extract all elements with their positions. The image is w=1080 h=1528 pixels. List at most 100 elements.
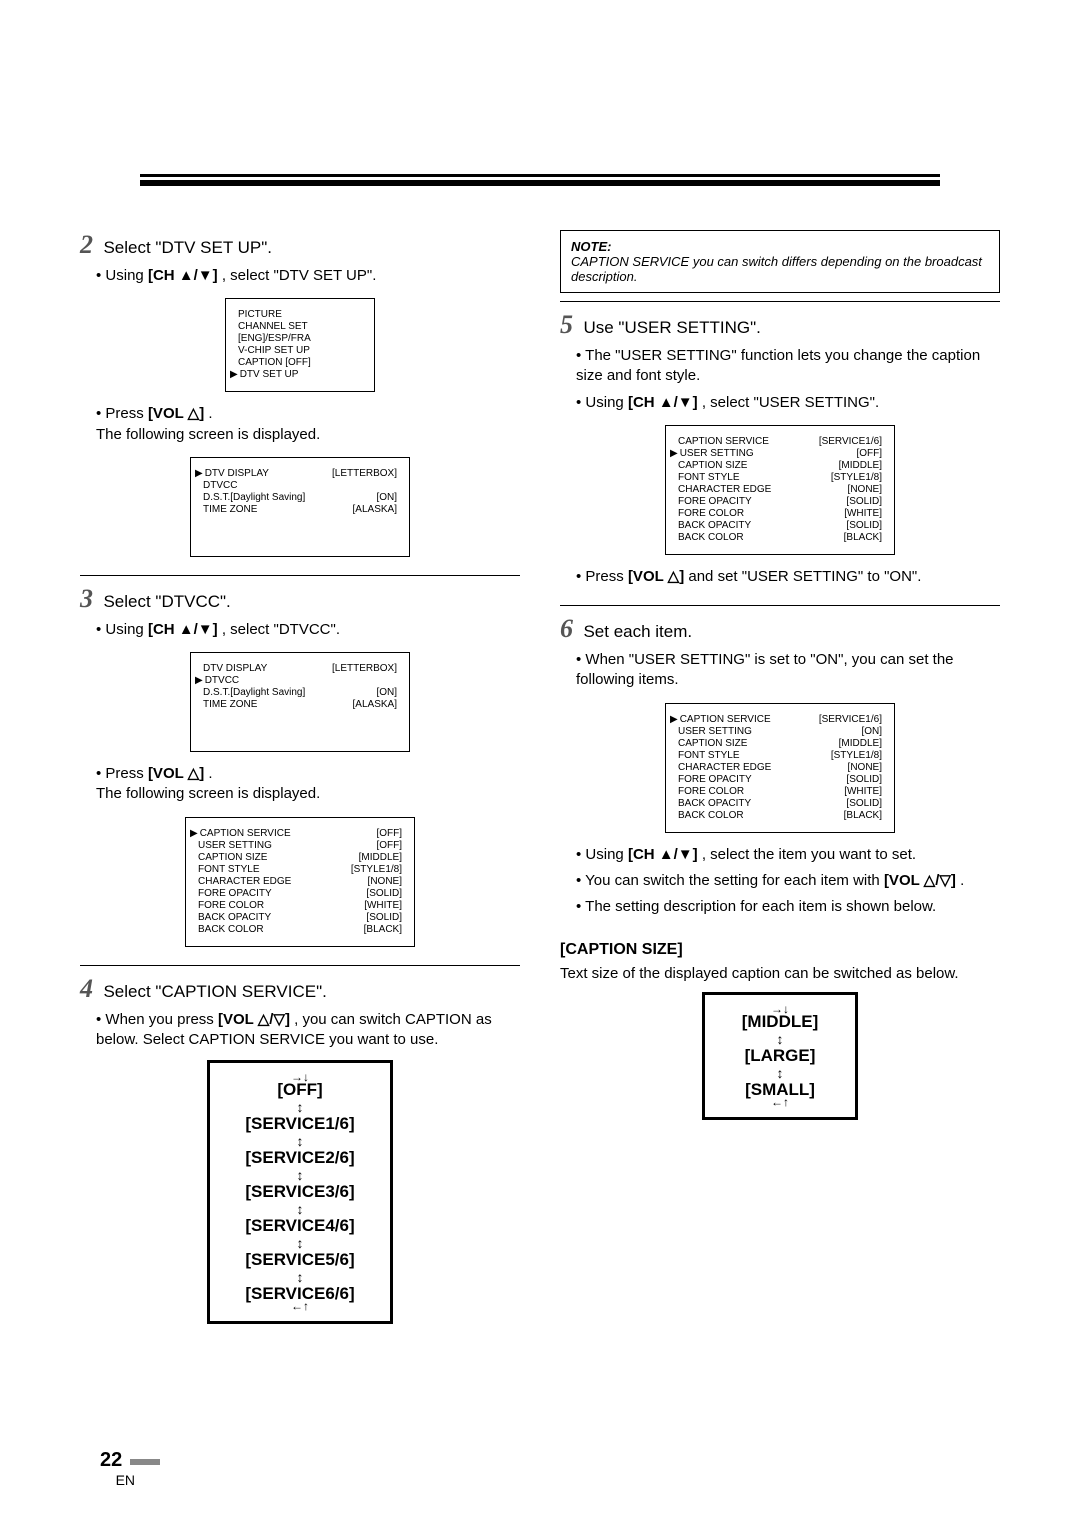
osd-val: [NONE] [848,762,882,774]
note-text: CAPTION SERVICE you can switch differs d… [571,254,982,284]
pointer-icon: ▶ [195,468,203,480]
updown-arrow-icon: ↕ [210,1236,390,1250]
text: , select "DTV SET UP". [222,267,377,284]
osd-val: [BLACK] [844,532,882,544]
page-language: EN [116,1472,135,1488]
osd-menu: ▶CAPTION SERVICE[SERVICE1/6] USER SETTIN… [665,703,895,833]
osd-val: [NONE] [368,876,402,888]
osd-val: [ALASKA] [353,699,397,711]
manual-page: 2 Select "DTV SET UP". Using [CH ▲/▼] , … [0,0,1080,1528]
bullet: The "USER SETTING" function lets you cha… [576,346,1000,387]
step-title: Select "CAPTION SERVICE". [103,982,326,1001]
text: When you press [105,1011,218,1028]
updown-arrow-icon: ↕ [210,1100,390,1114]
divider [560,301,1000,302]
osd-key: BACK COLOR [678,810,844,822]
flow-item: [SERVICE2/6] [210,1148,390,1168]
osd-item: CAPTION [OFF] [238,357,362,369]
osd-key: FORE OPACITY [198,888,366,900]
osd-val: [SOLID] [846,520,882,532]
flow-return-arrow-icon: ←↑ [210,1304,390,1309]
osd-key: USER SETTING [198,840,376,852]
osd-key: DTVCC [205,675,397,687]
text: . [960,872,964,889]
osd-val: [BLACK] [364,924,402,936]
step-2: 2 Select "DTV SET UP". Using [CH ▲/▼] , … [80,230,520,557]
osd-val: [MIDDLE] [359,852,402,864]
osd-val: [STYLE1/8] [831,472,882,484]
bullet: Using [CH ▲/▼] , select the item you wan… [576,845,1000,865]
osd-key: D.S.T.[Daylight Saving] [203,492,376,504]
button-ref: [VOL △] [628,568,684,585]
osd-val: [MIDDLE] [839,460,882,472]
text: Using [585,394,628,411]
osd-val: [WHITE] [844,508,882,520]
bullet: Using [CH ▲/▼] , select "DTV SET UP". [96,266,520,286]
osd-key: FORE COLOR [678,786,844,798]
step-title: Use "USER SETTING". [583,318,760,337]
header-rule [140,180,940,186]
step-heading: 6 Set each item. [560,614,1000,644]
osd-menu: DTV DISPLAY[LETTERBOX] ▶DTVCC D.S.T.[Day… [190,652,410,752]
osd-key: FONT STYLE [198,864,351,876]
osd-key: CAPTION SERVICE [200,828,377,840]
osd-val: [SERVICE1/6] [819,436,882,448]
osd-item: DTV SET UP [240,369,362,381]
osd-val: [ON] [861,726,882,738]
text: , select "DTVCC". [222,621,340,638]
bullet: Press [VOL △] . The following screen is … [96,404,520,445]
osd-val: [SOLID] [366,912,402,924]
bullet: When you press [VOL △/▽] , you can switc… [96,1010,520,1051]
note-label: NOTE: [571,239,611,254]
flow-diagram: →↓ [OFF] ↕ [SERVICE1/6] ↕ [SERVICE2/6] ↕… [207,1060,393,1324]
osd-item: PICTURE [238,309,362,321]
subsection-heading: [CAPTION SIZE] [560,941,1000,959]
osd-key: BACK OPACITY [678,520,846,532]
osd-key: TIME ZONE [203,699,353,711]
flow-return-arrow-icon: ←↑ [705,1100,855,1105]
osd-key: TIME ZONE [203,504,353,516]
osd-key: DTV DISPLAY [203,663,332,675]
text: Using [585,846,628,863]
divider [80,575,520,576]
step-heading: 3 Select "DTVCC". [80,584,520,614]
button-ref: [CH ▲/▼] [148,621,218,638]
osd-val: [SOLID] [846,496,882,508]
flow-item: [SERVICE3/6] [210,1182,390,1202]
osd-key: CAPTION SERVICE [678,436,819,448]
step-6: 6 Set each item. When "USER SETTING" is … [560,614,1000,917]
note-box: NOTE: CAPTION SERVICE you can switch dif… [560,230,1000,293]
step-number: 3 [80,584,93,613]
step-3: 3 Select "DTVCC". Using [CH ▲/▼] , selec… [80,584,520,947]
text: Using [105,621,148,638]
osd-key: FORE COLOR [198,900,364,912]
button-ref: [CH ▲/▼] [148,267,218,284]
step-number: 6 [560,614,573,643]
step-title: Set each item. [583,622,692,641]
flow-item: [LARGE] [705,1046,855,1066]
osd-key: BACK OPACITY [198,912,366,924]
bullet: Using [CH ▲/▼] , select "DTVCC". [96,620,520,640]
updown-arrow-icon: ↕ [705,1032,855,1046]
osd-val: [OFF] [376,828,402,840]
osd-val: [LETTERBOX] [332,663,397,675]
updown-arrow-icon: ↕ [210,1270,390,1284]
button-ref: [VOL △/▽] [884,872,956,889]
bullet: You can switch the setting for each item… [576,871,1000,891]
osd-key: FORE COLOR [678,508,844,520]
osd-item: CHANNEL SET [238,321,362,333]
pointer-icon: ▶ [195,675,203,687]
osd-key: BACK COLOR [678,532,844,544]
osd-key: FONT STYLE [678,750,831,762]
step-number: 4 [80,974,93,1003]
osd-val: [MIDDLE] [839,738,882,750]
osd-val: [SERVICE1/6] [819,714,882,726]
osd-val: [OFF] [376,840,402,852]
text: . [208,765,212,782]
osd-key: USER SETTING [680,448,857,460]
flow-item: [MIDDLE] [705,1012,855,1032]
osd-menu: ▶CAPTION SERVICE[OFF] USER SETTING[OFF] … [185,817,415,947]
osd-key: CHARACTER EDGE [678,484,848,496]
divider [560,605,1000,606]
osd-val: [LETTERBOX] [332,468,397,480]
